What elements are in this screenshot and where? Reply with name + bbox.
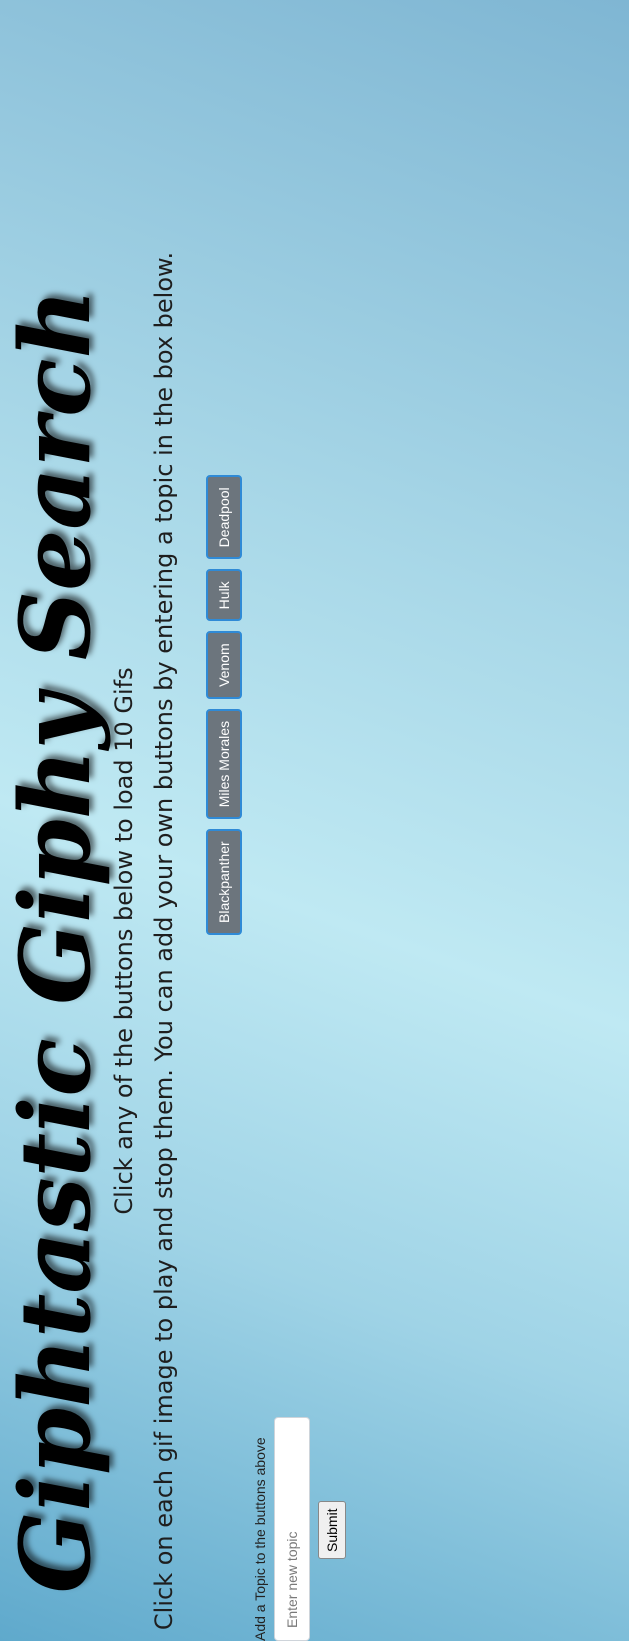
topic-button-blackpanther[interactable]: Blackpanther <box>206 829 242 935</box>
instructions-line-2: Click on each gif image to play and stop… <box>150 251 178 1631</box>
topic-buttons: Blackpanther Miles Morales Venom Hulk De… <box>206 475 242 935</box>
topic-button-deadpool[interactable]: Deadpool <box>206 475 242 560</box>
topic-button-miles-morales[interactable]: Miles Morales <box>206 708 242 820</box>
topic-button-venom[interactable]: Venom <box>206 631 242 699</box>
new-topic-input[interactable] <box>274 1417 310 1641</box>
instructions-line-1: Click any of the buttons below to load 1… <box>110 667 138 1215</box>
page-title: Giphtastic Giphy Search <box>0 288 112 1594</box>
submit-button[interactable]: Submit <box>318 1501 346 1559</box>
topic-button-hulk[interactable]: Hulk <box>206 569 242 622</box>
add-topic-label: Add a Topic to the buttons above <box>252 1437 268 1641</box>
page-content: Giphtastic Giphy Search Click any of the… <box>0 0 629 1641</box>
